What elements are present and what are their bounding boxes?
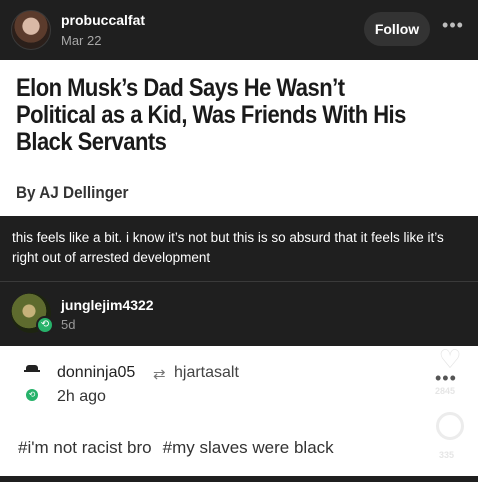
- side-actions: ♡ ••• 2845 335: [433, 346, 469, 466]
- article-screenshot: Elon Musk’s Dad Says He Wasn’t Political…: [0, 60, 478, 216]
- post-header: probuccalfat Mar 22 Follow •••: [0, 0, 478, 60]
- post-author[interactable]: probuccalfat: [61, 12, 145, 28]
- bottom-bar: [0, 476, 478, 482]
- original-post: probuccalfat Mar 22 Follow ••• Elon Musk…: [0, 0, 478, 346]
- reblogger-name[interactable]: junglejim4322: [61, 297, 154, 313]
- reblog-username[interactable]: donninja05: [57, 364, 135, 382]
- reblogged-from-username[interactable]: hjartasalt: [174, 364, 239, 382]
- reblog-time: 2h ago: [57, 388, 106, 405]
- reblog-icon: ⇄: [153, 366, 166, 383]
- divider: [0, 281, 478, 282]
- post-caption: this feels like a bit. i know it’s not b…: [12, 230, 444, 265]
- reblogger-time: 5d: [61, 317, 76, 332]
- comment-icon[interactable]: [436, 412, 464, 440]
- post-date: Mar 22: [61, 33, 102, 48]
- more-options-icon[interactable]: •••: [440, 16, 466, 38]
- notes-count: 2845: [435, 386, 456, 396]
- reblog-badge-icon: ⟲: [36, 316, 54, 334]
- avatar[interactable]: [11, 10, 51, 50]
- heart-icon[interactable]: ♡: [437, 346, 463, 372]
- online-status-icon: ⟲: [26, 389, 38, 401]
- comments-count: 335: [439, 450, 455, 460]
- tag-list: #i'm not racist bro #my slaves were black: [18, 438, 345, 458]
- article-byline: By AJ Dellinger: [16, 183, 129, 202]
- hat-avatar-icon[interactable]: [24, 365, 40, 375]
- reblog-post: ⟲ donninja05 ⇄ hjartasalt 2h ago #i'm no…: [0, 346, 478, 482]
- follow-button[interactable]: Follow: [364, 12, 430, 46]
- tag-link[interactable]: #i'm not racist bro: [18, 438, 152, 457]
- article-headline: Elon Musk’s Dad Says He Wasn’t Political…: [16, 74, 406, 156]
- tag-link[interactable]: #my slaves were black: [163, 438, 334, 457]
- hat-brim: [24, 370, 40, 372]
